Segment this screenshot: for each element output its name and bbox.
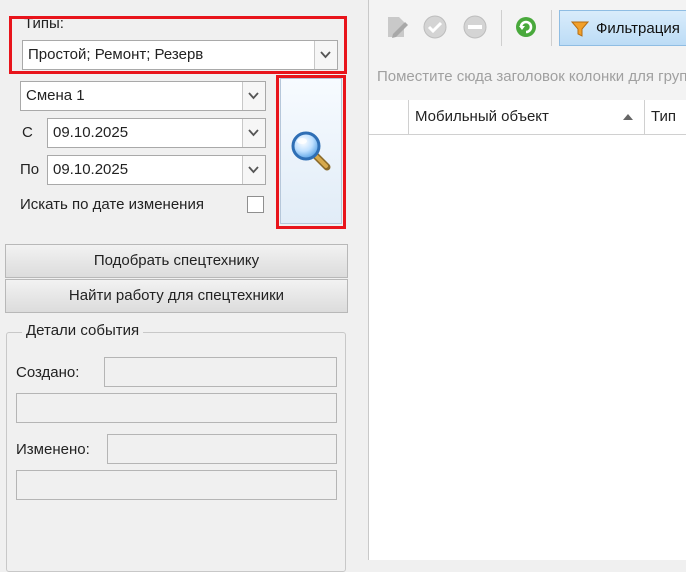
from-date-value: 09.10.2025 <box>53 124 129 141</box>
chevron-down-icon[interactable] <box>242 82 265 110</box>
filter-panel: Типы: Простой; Ремонт; Резерв Смена 1 С … <box>0 0 360 572</box>
filter-label: Фильтрация <box>596 20 680 37</box>
funnel-icon <box>570 21 590 37</box>
chevron-down-icon[interactable] <box>242 156 265 184</box>
created-field[interactable] <box>104 357 337 387</box>
filter-button[interactable]: Фильтрация <box>559 10 686 46</box>
results-panel: Фильтрация Поместите сюда заголовок коло… <box>368 0 686 560</box>
find-work-button[interactable]: Найти работу для спецтехники <box>5 279 348 313</box>
group-hint-text: Поместите сюда заголовок колонки для гру… <box>377 68 686 85</box>
check-icon[interactable] <box>422 14 448 40</box>
types-value: Простой; Ремонт; Резерв <box>28 46 204 63</box>
to-date-value: 09.10.2025 <box>53 161 129 178</box>
row-indicator-column <box>369 100 409 134</box>
edit-icon[interactable] <box>383 14 409 40</box>
shift-combobox[interactable]: Смена 1 <box>20 81 266 111</box>
refresh-icon[interactable] <box>513 14 539 40</box>
toolbar-separator <box>551 10 552 46</box>
to-label: По <box>20 161 40 178</box>
pick-equipment-button[interactable]: Подобрать спецтехнику <box>5 244 348 278</box>
created-extra-field[interactable] <box>16 393 337 423</box>
magnifier-icon <box>291 131 331 171</box>
modified-extra-field[interactable] <box>16 470 337 500</box>
to-date-picker[interactable]: 09.10.2025 <box>47 155 266 185</box>
toolbar-separator <box>501 10 502 46</box>
group-by-area[interactable]: Поместите сюда заголовок колонки для гру… <box>369 56 686 101</box>
column-label: Мобильный объект <box>415 108 549 125</box>
search-button[interactable] <box>280 78 342 224</box>
from-label: С <box>22 124 33 141</box>
modified-field[interactable] <box>107 434 337 464</box>
event-details-title: Детали события <box>22 322 144 339</box>
types-combobox[interactable]: Простой; Ремонт; Резерв <box>22 40 338 70</box>
types-label: Типы: <box>24 15 64 32</box>
modified-label: Изменено: <box>16 441 90 458</box>
column-header-mobile-object[interactable]: Мобильный объект <box>409 100 645 134</box>
created-label: Создано: <box>16 364 80 381</box>
column-label: Тип <box>651 108 677 125</box>
sort-ascending-icon <box>623 114 633 120</box>
search-by-change-checkbox[interactable] <box>247 196 264 213</box>
minus-icon[interactable] <box>462 14 488 40</box>
grid-header: Мобильный объект Тип <box>369 100 686 135</box>
from-date-picker[interactable]: 09.10.2025 <box>47 118 266 148</box>
toolbar: Фильтрация <box>369 0 686 57</box>
chevron-down-icon[interactable] <box>242 119 265 147</box>
search-by-change-label: Искать по дате изменения <box>20 196 204 213</box>
shift-value: Смена 1 <box>26 87 85 104</box>
column-header-type[interactable]: Тип <box>645 100 686 134</box>
chevron-down-icon[interactable] <box>314 41 337 69</box>
